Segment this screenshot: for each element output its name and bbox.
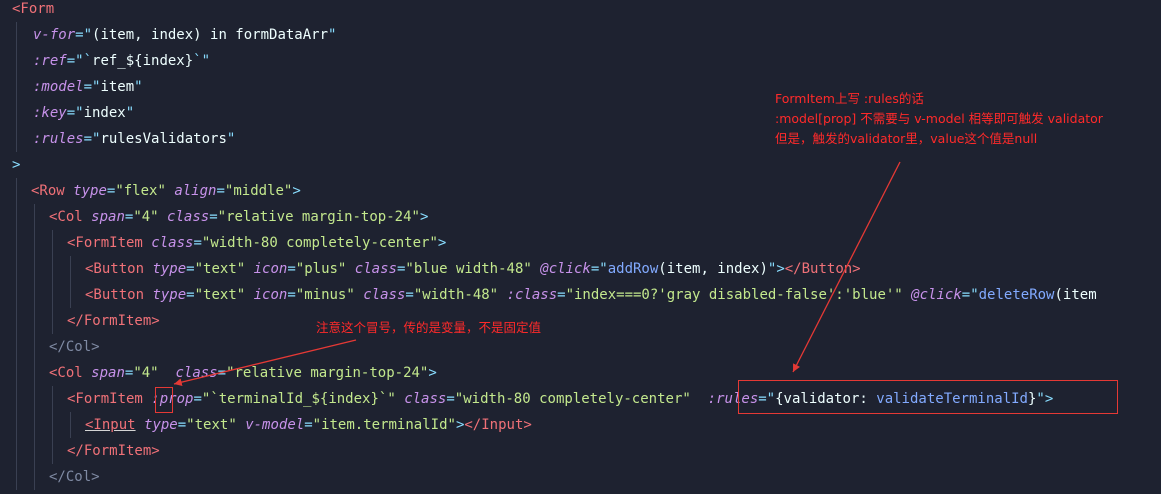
arrow-to-colon xyxy=(173,339,357,386)
annotation-arrows xyxy=(173,161,901,386)
arrow-to-rules xyxy=(792,161,901,373)
code-editor[interactable]: <Form v-for="(item, index) in formDataAr… xyxy=(0,0,1161,494)
